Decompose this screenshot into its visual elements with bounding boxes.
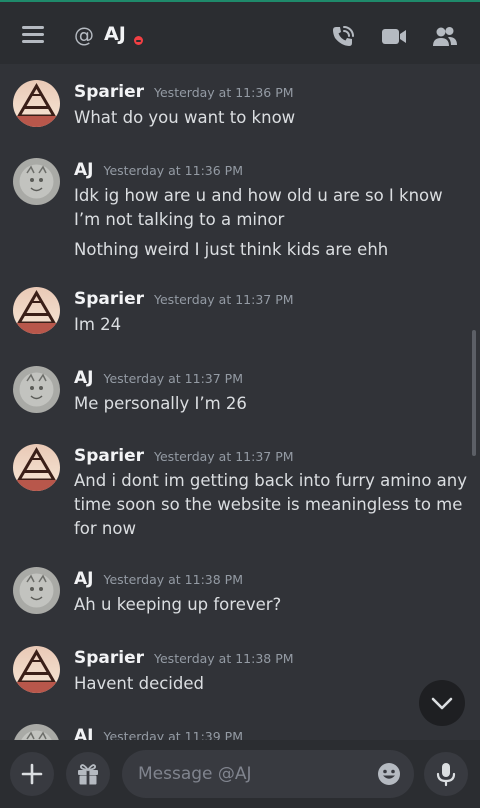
message-author[interactable]: AJ Yesterday at 11:39 PM — [74, 726, 243, 740]
chevron-down-icon — [431, 697, 453, 710]
aj-avatar[interactable] — [13, 158, 60, 205]
message-author[interactable]: Sparier Yesterday at 11:37 PM — [74, 446, 294, 466]
message-text: Im 24 — [74, 315, 122, 334]
sparier-avatar[interactable] — [13, 80, 60, 127]
message-author[interactable]: AJ Yesterday at 11:36 PM — [74, 160, 243, 180]
dm-screen: @ AJ Sparier Yesterday at 11:36 PM What … — [0, 0, 480, 808]
message-text: Ah u keeping up forever? — [74, 595, 282, 614]
at-icon: @ — [74, 23, 94, 47]
message-timestamp: Yesterday at 11:36 PM — [154, 85, 294, 100]
microphone-icon — [436, 763, 456, 787]
message-timestamp: Yesterday at 11:38 PM — [154, 651, 294, 666]
phone-call-icon[interactable] — [330, 24, 356, 50]
message-author[interactable]: Sparier Yesterday at 11:38 PM — [74, 648, 294, 668]
dm-title[interactable]: AJ — [104, 23, 126, 45]
scrollbar[interactable] — [472, 330, 476, 456]
message-timestamp: Yesterday at 11:37 PM — [103, 371, 243, 386]
message-text: Idk ig how are u and how old u are so I … — [74, 186, 443, 229]
message-input-placeholder: Message @AJ — [138, 764, 252, 784]
message-list: Sparier Yesterday at 11:36 PM What do you… — [0, 64, 480, 740]
message-timestamp: Yesterday at 11:37 PM — [154, 292, 294, 307]
message-text: And i dont im getting back into furry am… — [74, 471, 468, 538]
message-author[interactable]: Sparier Yesterday at 11:36 PM — [74, 82, 294, 102]
message-timestamp: Yesterday at 11:37 PM — [154, 449, 294, 464]
add-attachment-button[interactable] — [10, 752, 54, 796]
aj-avatar[interactable] — [13, 724, 60, 740]
gift-button[interactable] — [66, 752, 110, 796]
message-author[interactable]: AJ Yesterday at 11:37 PM — [74, 368, 243, 388]
message-timestamp: Yesterday at 11:36 PM — [103, 163, 243, 178]
video-camera-icon[interactable] — [381, 24, 407, 50]
dnd-status-icon — [134, 36, 143, 45]
message-input[interactable]: Message @AJ — [122, 750, 414, 798]
emoji-icon[interactable] — [377, 762, 401, 786]
channel-header: @ AJ — [0, 0, 480, 64]
sparier-avatar[interactable] — [13, 287, 60, 334]
message-timestamp: Yesterday at 11:38 PM — [103, 572, 243, 587]
message-author[interactable]: AJ Yesterday at 11:38 PM — [74, 569, 243, 589]
message-text: Havent decided — [74, 674, 204, 693]
message-author[interactable]: Sparier Yesterday at 11:37 PM — [74, 289, 294, 309]
message-composer-bar: Message @AJ — [0, 740, 480, 808]
jump-to-present-button[interactable] — [419, 680, 465, 726]
message-text: What do you want to know — [74, 108, 296, 127]
message-text: Me personally I’m 26 — [74, 394, 247, 413]
aj-avatar[interactable] — [13, 366, 60, 413]
gift-icon — [78, 764, 98, 785]
message-text: Nothing weird I just think kids are ehh — [74, 240, 389, 259]
members-icon[interactable] — [432, 24, 458, 50]
sparier-avatar[interactable] — [13, 444, 60, 491]
plus-icon — [21, 763, 43, 785]
sparier-avatar[interactable] — [13, 646, 60, 693]
message-timestamp: Yesterday at 11:39 PM — [103, 729, 243, 740]
voice-message-button[interactable] — [424, 752, 468, 796]
aj-avatar[interactable] — [13, 567, 60, 614]
hamburger-menu-icon[interactable] — [22, 26, 44, 43]
